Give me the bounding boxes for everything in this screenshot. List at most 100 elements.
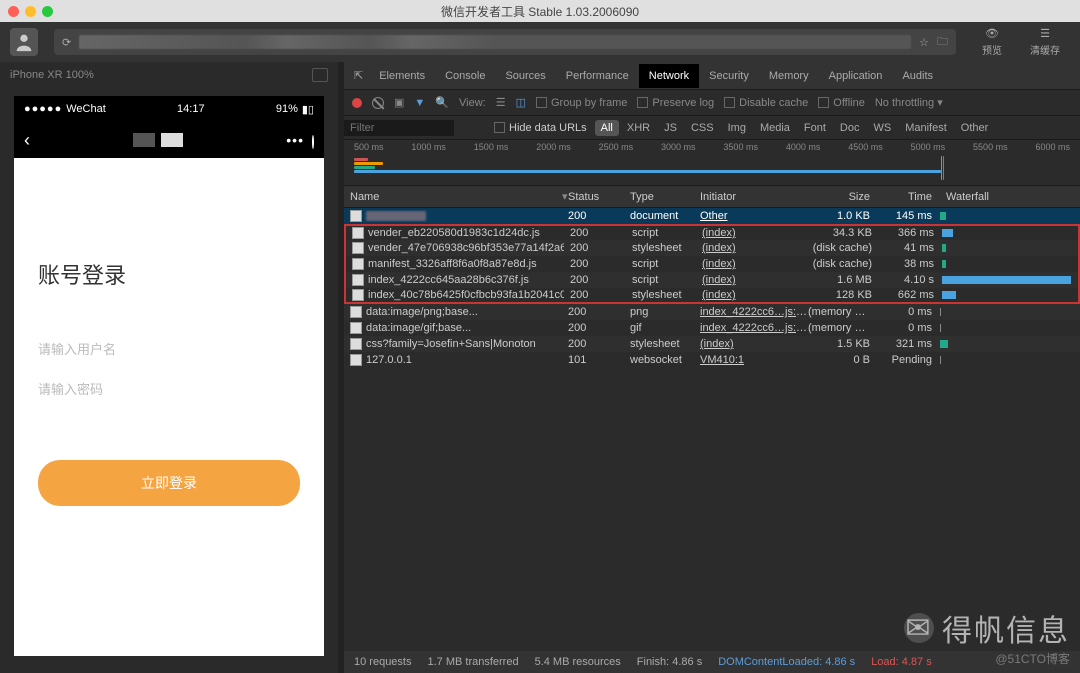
col-waterfall[interactable]: Waterfall: [940, 191, 1080, 203]
hide-dataurls-checkbox[interactable]: [494, 122, 505, 133]
chip-doc[interactable]: Doc: [834, 120, 866, 136]
status-bar: ●●●●●WeChat 14:17 91%▮▯: [14, 96, 324, 122]
chip-xhr[interactable]: XHR: [621, 120, 656, 136]
tab-security[interactable]: Security: [699, 64, 759, 88]
request-type: png: [630, 306, 700, 318]
disable-cache-checkbox[interactable]: [724, 97, 735, 108]
clear-cache-button[interactable]: ☰ 清缓存: [1020, 27, 1070, 57]
password-input[interactable]: [38, 370, 300, 410]
preserve-log-checkbox[interactable]: [637, 97, 648, 108]
tab-audits[interactable]: Audits: [892, 64, 943, 88]
request-initiator[interactable]: index_4222cc6…js:54: [700, 322, 808, 334]
request-type: stylesheet: [632, 289, 702, 301]
throttling-select[interactable]: No throttling ▾: [875, 96, 943, 109]
simulator-panel: iPhone XR 100% ●●●●●WeChat 14:17 91%▮▯ ‹…: [0, 62, 338, 673]
minimize-icon[interactable]: [25, 6, 36, 17]
menu-icon[interactable]: •••: [286, 132, 304, 148]
star-icon[interactable]: ☆: [919, 36, 929, 49]
request-initiator[interactable]: (index): [702, 258, 810, 270]
table-row[interactable]: vender_eb220580d1983c1d24dc.js200script(…: [344, 224, 1080, 240]
back-icon[interactable]: ‹: [24, 130, 30, 151]
table-row[interactable]: 127.0.0.1101websocketVM410:10 BPending: [344, 352, 1080, 368]
preview-button[interactable]: 👁 预览: [972, 27, 1012, 57]
maximize-icon[interactable]: [42, 6, 53, 17]
tick: 500 ms: [354, 142, 384, 152]
tab-network[interactable]: Network: [639, 64, 699, 88]
window-title: 微信开发者工具 Stable 1.03.2006090: [441, 3, 639, 20]
table-row[interactable]: index_4222cc645aa28b6c376f.js200script(i…: [344, 272, 1080, 288]
chip-manifest[interactable]: Manifest: [899, 120, 953, 136]
request-initiator[interactable]: index_4222cc6…js:54: [700, 306, 808, 318]
page-title: 账号登录: [38, 258, 300, 290]
login-button[interactable]: 立即登录: [38, 460, 300, 506]
request-time: 41 ms: [880, 242, 942, 254]
col-name[interactable]: Name: [344, 191, 562, 203]
filter-icon[interactable]: ▼: [414, 97, 425, 109]
timeline-view-icon[interactable]: ◫: [516, 96, 526, 109]
col-status[interactable]: Status: [568, 191, 630, 203]
tab-performance[interactable]: Performance: [556, 64, 639, 88]
table-row[interactable]: vender_47e706938c96bf353e77a14f2a6895a7.…: [344, 240, 1080, 256]
request-initiator[interactable]: (index): [700, 338, 808, 350]
carrier-label: WeChat: [66, 103, 106, 115]
tab-application[interactable]: Application: [819, 64, 893, 88]
folder-icon[interactable]: 🗀: [937, 33, 948, 52]
chip-all[interactable]: All: [595, 120, 619, 136]
col-time[interactable]: Time: [878, 191, 940, 203]
table-row[interactable]: index_40c78b6425f0cfbcb93fa1b2041c0c55.c…: [344, 288, 1080, 304]
table-row[interactable]: manifest_3326aff8f6a0f8a87e8d.js200scrip…: [344, 256, 1080, 272]
list-view-icon[interactable]: ☰: [496, 96, 506, 109]
inspect-icon[interactable]: ⇱: [350, 69, 367, 82]
filter-input[interactable]: [344, 120, 454, 136]
request-time: 0 ms: [878, 306, 940, 318]
chip-img[interactable]: Img: [722, 120, 752, 136]
device-label[interactable]: iPhone XR 100%: [10, 69, 94, 81]
table-row[interactable]: data:image/png;base...200pngindex_4222cc…: [344, 304, 1080, 320]
tab-console[interactable]: Console: [435, 64, 495, 88]
group-frame-checkbox[interactable]: [536, 97, 547, 108]
record-icon[interactable]: [352, 98, 362, 108]
chip-ws[interactable]: WS: [867, 120, 897, 136]
col-initiator[interactable]: Initiator: [700, 191, 808, 203]
request-time: 321 ms: [878, 338, 940, 350]
clear-icon[interactable]: [372, 97, 384, 109]
chip-font[interactable]: Font: [798, 120, 832, 136]
request-initiator[interactable]: (index): [702, 274, 810, 286]
camera-icon[interactable]: ▣: [394, 96, 404, 109]
network-columns: Name ▾ Status Type Initiator Size Time W…: [344, 186, 1080, 208]
close-circle-icon[interactable]: [312, 135, 314, 149]
offline-checkbox[interactable]: [818, 97, 829, 108]
overview-timeline[interactable]: 500 ms1000 ms1500 ms2000 ms2500 ms3000 m…: [344, 140, 1080, 186]
close-icon[interactable]: [8, 6, 19, 17]
request-type: script: [632, 258, 702, 270]
network-filterbar: Hide data URLs AllXHRJSCSSImgMediaFontDo…: [344, 116, 1080, 140]
tab-memory[interactable]: Memory: [759, 64, 819, 88]
reload-icon[interactable]: ⟳: [62, 36, 71, 49]
avatar[interactable]: [10, 28, 38, 56]
request-initiator[interactable]: (index): [702, 289, 810, 301]
request-size: 1.6 MB: [810, 274, 880, 286]
table-row[interactable]: data:image/gif;base...200gifindex_4222cc…: [344, 320, 1080, 336]
tab-elements[interactable]: Elements: [369, 64, 435, 88]
chip-css[interactable]: CSS: [685, 120, 720, 136]
request-status: 200: [568, 210, 630, 222]
request-initiator[interactable]: (index): [702, 242, 810, 254]
chip-media[interactable]: Media: [754, 120, 796, 136]
request-initiator[interactable]: Other: [700, 210, 808, 222]
table-row[interactable]: css?family=Josefin+Sans|Monoton200styles…: [344, 336, 1080, 352]
request-initiator[interactable]: VM410:1: [700, 354, 808, 366]
expand-icon[interactable]: [312, 68, 328, 82]
tab-sources[interactable]: Sources: [495, 64, 555, 88]
username-input[interactable]: [38, 330, 300, 370]
dcl: DOMContentLoaded: 4.86 s: [718, 656, 855, 668]
search-icon[interactable]: 🔍: [435, 96, 449, 109]
col-type[interactable]: Type: [630, 191, 700, 203]
table-row[interactable]: 200documentOther1.0 KB145 ms: [344, 208, 1080, 224]
chip-js[interactable]: JS: [658, 120, 683, 136]
request-initiator[interactable]: (index): [702, 227, 810, 239]
network-toolbar: ▣ ▼ 🔍 View: ☰ ◫ Group by frame Preserve …: [344, 90, 1080, 116]
waterfall-cell: [942, 275, 1078, 285]
address-bar[interactable]: ⟳ ☆ 🗀: [54, 29, 956, 55]
col-size[interactable]: Size: [808, 191, 878, 203]
chip-other[interactable]: Other: [955, 120, 995, 136]
